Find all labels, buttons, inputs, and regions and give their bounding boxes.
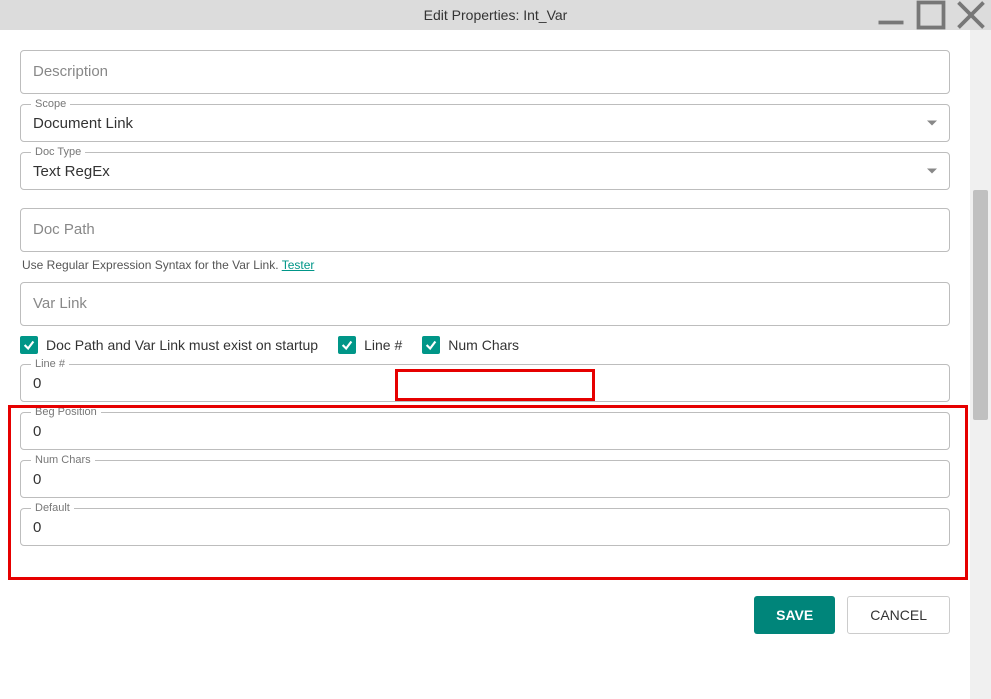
window-controls (871, 0, 991, 30)
numchars-value: 0 (33, 471, 41, 488)
description-field[interactable]: Description (20, 50, 950, 94)
chevron-down-icon (927, 121, 937, 126)
default-label: Default (31, 502, 74, 514)
linenum-value: 0 (33, 375, 41, 392)
cancel-button[interactable]: CANCEL (847, 596, 950, 634)
begpos-field[interactable]: Beg Position 0 (20, 412, 950, 450)
window-title: Edit Properties: Int_Var (424, 7, 568, 23)
scrollbar[interactable] (970, 30, 991, 699)
begpos-value: 0 (33, 423, 41, 440)
docpath-field[interactable]: Doc Path (20, 208, 950, 252)
linenum-check-label: Line # (364, 337, 402, 353)
description-placeholder: Description (33, 63, 108, 80)
linenum-label: Line # (31, 358, 69, 370)
startup-checkbox[interactable] (20, 336, 38, 354)
numchars-check-label: Num Chars (448, 337, 519, 353)
tester-link[interactable]: Tester (282, 258, 315, 272)
minimize-button[interactable] (871, 0, 911, 30)
numchars-field[interactable]: Num Chars 0 (20, 460, 950, 498)
chevron-down-icon (927, 169, 937, 174)
scope-value: Document Link (33, 115, 133, 132)
scrollbar-thumb[interactable] (973, 190, 988, 420)
scope-label: Scope (31, 98, 70, 110)
varlink-placeholder: Var Link (33, 295, 87, 312)
doctype-value: Text RegEx (33, 163, 110, 180)
varlink-field[interactable]: Var Link (20, 282, 950, 326)
titlebar: Edit Properties: Int_Var (0, 0, 991, 30)
helper-text-content: Use Regular Expression Syntax for the Va… (22, 258, 282, 272)
begpos-label: Beg Position (31, 406, 101, 418)
button-row: SAVE CANCEL (20, 596, 950, 634)
scope-dropdown[interactable]: Scope Document Link (20, 104, 950, 142)
doctype-dropdown[interactable]: Doc Type Text RegEx (20, 152, 950, 190)
numchars-label: Num Chars (31, 454, 95, 466)
maximize-button[interactable] (911, 0, 951, 30)
default-value: 0 (33, 519, 41, 536)
linenum-checkbox[interactable] (338, 336, 356, 354)
numchars-checkbox[interactable] (422, 336, 440, 354)
dialog-content: Description Scope Document Link Doc Type… (0, 30, 970, 699)
close-button[interactable] (951, 0, 991, 30)
helper-text: Use Regular Expression Syntax for the Va… (22, 258, 950, 272)
save-button[interactable]: SAVE (754, 596, 835, 634)
linenum-field[interactable]: Line # 0 (20, 364, 950, 402)
checkbox-row: Doc Path and Var Link must exist on star… (20, 336, 950, 354)
doctype-label: Doc Type (31, 146, 85, 158)
default-field[interactable]: Default 0 (20, 508, 950, 546)
startup-check-label: Doc Path and Var Link must exist on star… (46, 337, 318, 353)
docpath-placeholder: Doc Path (33, 221, 95, 238)
